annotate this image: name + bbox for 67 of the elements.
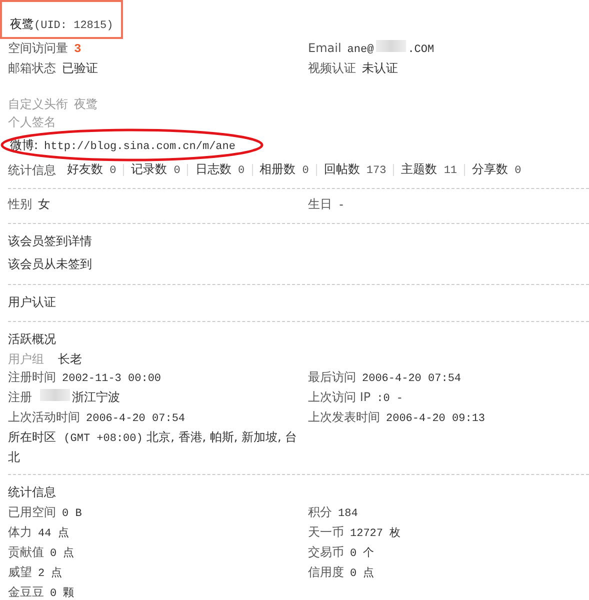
field-label: 天一币 [308, 524, 344, 541]
field-label: 最后访问 [308, 369, 356, 386]
field-label: 用户组 [8, 351, 45, 368]
redacted-block [40, 389, 70, 401]
field-value: - [338, 199, 345, 214]
field-value: 0 点 [350, 566, 374, 582]
stat-item: 主题数 11 [400, 161, 458, 179]
field-label: 注册 [8, 389, 32, 406]
stat-item: 好友数 0 [66, 161, 118, 179]
stat-item: 回帖数 173 [322, 161, 388, 179]
field-value: 2006-4-20 09:13 [386, 412, 486, 427]
field-value: 44 点 [38, 526, 69, 542]
field-value: 女 [38, 196, 50, 213]
field-label: Email [308, 40, 342, 57]
field-label: 上次活动时间 [8, 409, 80, 426]
field-label: 个人签名 [8, 114, 56, 131]
field-value: 浙江宁波 [72, 389, 120, 406]
field-label: 微博: [10, 137, 38, 154]
status-text: 该会员从未签到 [8, 256, 92, 273]
field-label: 积分 [308, 504, 332, 521]
field-value: 0 点 [50, 546, 74, 562]
field-value: 2006-4-20 07:54 [86, 412, 186, 427]
field-label: 信用度 [308, 564, 344, 581]
field-value: 0 个 [350, 546, 374, 562]
field-value: 已验证 [62, 60, 98, 77]
field-value: 0 B [62, 507, 82, 522]
field-label: 注册时间 [8, 369, 56, 386]
stat-item: 记录数 0 [130, 161, 182, 179]
field-value: 2002-11-3 00:00 [62, 372, 162, 387]
field-value: ane@ [347, 43, 374, 58]
field-label: 性别 [8, 196, 32, 213]
field-label: 自定义头衔 [8, 96, 68, 113]
section-title: 用户认证 [8, 294, 57, 311]
field-label: 视频认证 [308, 60, 356, 77]
field-value: 184 [338, 507, 358, 522]
user-name: 夜鹭(UID: 12815) [10, 17, 114, 31]
field-label: 空间访问量 [8, 40, 68, 57]
field-value: .COM [408, 43, 434, 58]
stat-item: 相册数 0 [258, 161, 310, 179]
field-value: 12727 枚 [350, 526, 401, 542]
field-value: 3 [74, 41, 82, 58]
field-value: 夜鹭 [74, 96, 98, 113]
field-label: 生日 [308, 196, 332, 213]
field-label: 贡献值 [8, 544, 44, 561]
field-label: 威望 [8, 564, 32, 581]
field-value: :0 - [376, 392, 403, 407]
section-title: 统计信息 [8, 484, 57, 501]
stat-item: 分享数 0 [471, 161, 522, 179]
field-label: 上次访问 IP [308, 389, 371, 406]
field-value: 0 颗 [50, 586, 74, 600]
section-title: 活跃概况 [8, 331, 57, 348]
field-label: 金豆豆 [8, 584, 44, 600]
field-value: 2006-4-20 07:54 [362, 372, 462, 387]
field-text: 所在时区 (GMT +08:00) 北京, 香港, 帕斯, 新加坡, 台北 [8, 429, 298, 466]
redacted-block [376, 40, 406, 52]
field-value: 未认证 [362, 60, 398, 77]
stat-item: 日志数 0 [194, 161, 246, 179]
field-value: 长老 [58, 351, 82, 368]
field-label: 已用空间 [8, 504, 56, 521]
field-value: http://blog.sina.com.cn/m/ane [44, 140, 236, 155]
section-title: 该会员签到详情 [8, 233, 93, 250]
field-label: 上次发表时间 [308, 409, 380, 426]
field-label: 统计信息 [8, 162, 56, 179]
field-label: 邮箱状态 [8, 60, 56, 77]
field-label: 体力 [8, 524, 32, 541]
field-value: 2 点 [38, 566, 62, 582]
field-label: 交易币 [308, 544, 344, 561]
